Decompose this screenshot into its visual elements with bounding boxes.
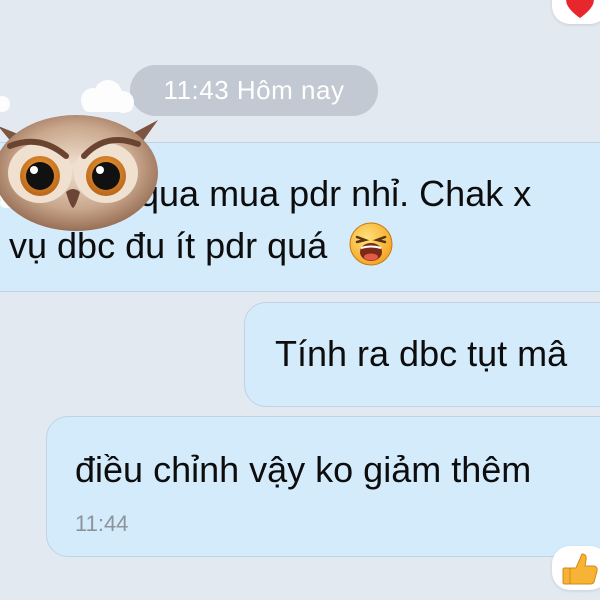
reaction-badge-heart[interactable] xyxy=(552,0,600,24)
message-text-line: qua mua pdr nhỉ. Chak x xyxy=(139,173,532,214)
emoji-wrapper xyxy=(347,222,399,268)
message-text: điều chỉnh vậy ko giảm thêm xyxy=(75,449,532,490)
message-bubble[interactable]: Tính ra dbc tụt mâ xyxy=(244,302,600,407)
thumbs-up-icon xyxy=(562,553,598,585)
heart-icon xyxy=(566,0,594,18)
message-bubble[interactable]: điều chỉnh vậy ko giảm thêm 11:44 xyxy=(46,416,600,557)
owl-sticker xyxy=(0,80,158,231)
message-time: 11:44 xyxy=(75,511,129,536)
timestamp-pill: 11:43 Hôm nay xyxy=(130,65,378,116)
message-text: Tính ra dbc tụt mâ xyxy=(275,333,568,374)
laughing-face-icon xyxy=(349,222,393,266)
reaction-badge-like[interactable] xyxy=(552,546,600,590)
chat-area: 11:43 Hôm nay qua mua pdr nhỉ. Chak x vụ… xyxy=(0,0,600,600)
cloud-icon xyxy=(81,80,134,113)
